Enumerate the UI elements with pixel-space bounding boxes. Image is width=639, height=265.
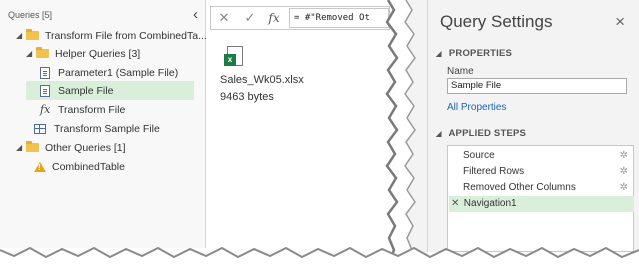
tree-item-transform-sample-file[interactable]: Transform Sample File <box>34 119 160 138</box>
tree-item-transform-file[interactable]: fx Transform File <box>40 100 125 119</box>
step-source[interactable]: Source ✲ <box>449 148 634 164</box>
query-name-input[interactable]: Sample File <box>447 78 627 94</box>
step-label: Filtered Rows <box>463 166 525 177</box>
formula-input[interactable]: = #"Removed Ot <box>289 8 389 28</box>
step-navigation1[interactable]: ✕ Navigation1 <box>449 196 634 212</box>
name-label: Name <box>447 66 474 77</box>
applied-steps-header-label: APPLIED STEPS <box>448 128 527 139</box>
tree-item-helper-queries[interactable]: ◢ Helper Queries [3] <box>26 44 140 63</box>
function-icon: fx <box>40 103 51 116</box>
gear-icon[interactable]: ✲ <box>620 148 628 164</box>
warning-icon <box>34 161 46 172</box>
queries-title: Queries [5] <box>8 10 53 20</box>
tree-item-label: Transform File from CombinedTa... <box>45 29 207 42</box>
tree-item-other-queries[interactable]: ◢ Other Queries [1] <box>16 138 126 157</box>
query-settings-pane: Query Settings × ◢ PROPERTIES Name Sampl… <box>427 0 639 252</box>
excel-file-icon[interactable]: x <box>224 46 244 68</box>
tree-item-label: Helper Queries [3] <box>55 47 141 60</box>
table-icon <box>34 123 46 134</box>
close-icon[interactable]: × <box>615 12 625 32</box>
tree-item-label: Transform Sample File <box>54 122 160 135</box>
all-properties-link[interactable]: All Properties <box>447 102 506 113</box>
step-removed-other-columns[interactable]: Removed Other Columns ✲ <box>449 180 634 196</box>
settings-title: Query Settings <box>440 12 553 31</box>
queries-pane: Queries [5] ‹ ◢ Transform File from Comb… <box>0 0 207 248</box>
torn-edge-decoration <box>385 0 428 265</box>
applied-steps-header[interactable]: ◢ APPLIED STEPS <box>436 128 526 139</box>
step-label: Navigation1 <box>463 198 517 209</box>
applied-steps-list: Source ✲ Filtered Rows ✲ Removed Other C… <box>447 145 634 252</box>
torn-bottom-decoration <box>0 246 639 265</box>
table-doc-icon <box>40 84 50 97</box>
formula-bar: ✕ ✓ fx = #"Removed Ot <box>210 6 390 30</box>
file-size: 9463 bytes <box>220 91 274 103</box>
tree-item-label: Transform File <box>58 103 126 116</box>
folder-icon <box>26 29 39 40</box>
properties-header[interactable]: ◢ PROPERTIES <box>436 48 512 59</box>
file-name: Sales_Wk05.xlsx <box>220 74 304 86</box>
tree-item-combinedtable[interactable]: CombinedTable <box>34 157 125 176</box>
step-filtered-rows[interactable]: Filtered Rows ✲ <box>449 164 634 180</box>
folder-icon <box>36 47 49 58</box>
tree-item-parameter1[interactable]: Parameter1 (Sample File) <box>40 63 178 82</box>
step-label: Removed Other Columns <box>463 182 576 193</box>
collapse-pane-chevron-icon[interactable]: ‹ <box>193 6 198 23</box>
tree-item-label: CombinedTable <box>52 160 125 173</box>
tree-item-label: Sample File <box>58 84 114 97</box>
properties-header-label: PROPERTIES <box>448 48 513 59</box>
cancel-formula-icon[interactable]: ✕ <box>211 10 237 26</box>
gear-icon[interactable]: ✲ <box>620 164 628 180</box>
confirm-formula-icon[interactable]: ✓ <box>237 10 263 26</box>
step-label: Source <box>463 150 495 161</box>
queries-header: Queries [5] ‹ <box>0 6 204 24</box>
tree-item-label: Other Queries [1] <box>45 141 126 154</box>
collapse-triangle-icon: ◢ <box>436 51 442 58</box>
tree-item-label: Parameter1 (Sample File) <box>58 66 179 79</box>
folder-icon <box>26 141 39 152</box>
delete-step-icon[interactable]: ✕ <box>451 196 461 212</box>
insert-function-icon[interactable]: fx <box>263 11 285 25</box>
gear-icon[interactable]: ✲ <box>620 180 628 196</box>
expand-triangle-icon[interactable]: ◢ <box>16 31 26 40</box>
collapse-triangle-icon: ◢ <box>436 131 442 138</box>
excel-badge: x <box>224 54 236 66</box>
tree-item-sample-file[interactable]: Sample File <box>26 81 194 100</box>
parameter-icon <box>40 66 50 79</box>
expand-triangle-icon[interactable]: ◢ <box>26 49 36 58</box>
expand-triangle-icon[interactable]: ◢ <box>16 143 26 152</box>
tree-item-transform-file-group[interactable]: ◢ Transform File from CombinedTa... <box>16 26 207 45</box>
